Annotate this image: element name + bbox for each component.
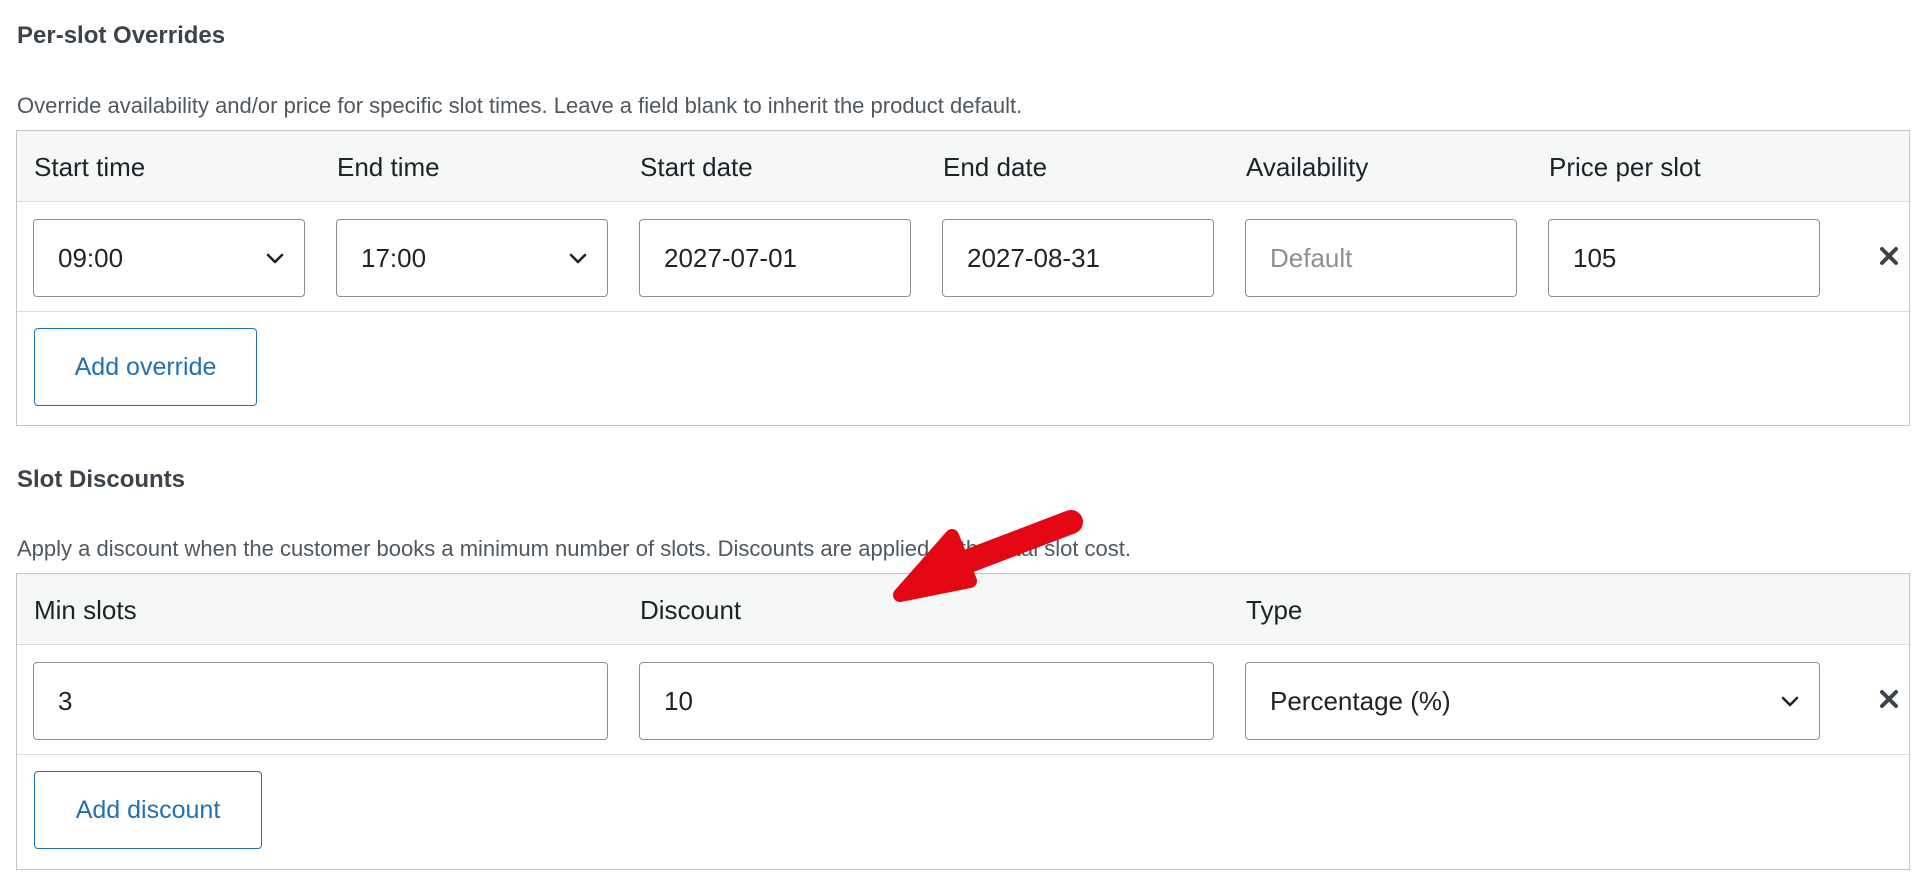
column-end-date: End date [943,152,1048,182]
discounts-table: Min slots Discount Type 3 10 Percentage … [16,573,1910,870]
overrides-section-description: Override availability and/or price for s… [17,93,1023,118]
chevron-down-icon [266,253,284,264]
column-price-per-slot: Price per slot [1549,152,1701,182]
remove-discount-button[interactable] [1872,682,1906,716]
discount-row: 3 10 Percentage (%) [17,645,1909,755]
product-settings-page: Per-slot Overrides Override availability… [0,0,1920,880]
price-per-slot-input[interactable]: 105 [1548,219,1820,297]
discounts-section-title: Slot Discounts [17,466,186,493]
overrides-table-header: Start time End time Start date End date … [17,131,1909,202]
column-start-time: Start time [34,152,146,182]
overrides-table: Start time End time Start date End date … [16,130,1910,426]
start-time-select[interactable]: 09:00 [33,219,305,297]
column-discount: Discount [640,595,742,625]
close-icon [1880,690,1898,708]
discount-input[interactable]: 10 [639,662,1214,740]
column-min-slots: Min slots [34,595,137,625]
discount-type-select[interactable]: Percentage (%) [1245,662,1820,740]
end-date-input[interactable]: 2027-08-31 [942,219,1214,297]
add-discount-button[interactable]: Add discount [34,771,262,849]
availability-input[interactable]: Default [1245,219,1517,297]
start-date-input[interactable]: 2027-07-01 [639,219,911,297]
min-slots-input[interactable]: 3 [33,662,608,740]
column-start-date: Start date [640,152,753,182]
discount-type-value: Percentage (%) [1270,685,1451,716]
discounts-table-footer: Add discount [17,755,1909,866]
column-type: Type [1246,595,1303,625]
discounts-section-description: Apply a discount when the customer books… [17,536,1131,561]
overrides-table-footer: Add override [17,312,1909,423]
chevron-down-icon [1781,696,1799,707]
discounts-table-header: Min slots Discount Type [17,574,1909,645]
chevron-down-icon [569,253,587,264]
close-icon [1880,247,1898,265]
end-time-select[interactable]: 17:00 [336,219,608,297]
end-time-value: 17:00 [361,242,427,273]
column-availability: Availability [1246,152,1369,182]
remove-override-button[interactable] [1872,239,1906,273]
add-override-button[interactable]: Add override [34,328,257,406]
start-time-value: 09:00 [58,242,124,273]
override-row: 09:00 17:00 2027-07-01 2027-08-31 Defaul… [17,202,1909,312]
overrides-section-title: Per-slot Overrides [17,22,226,49]
column-end-time: End time [337,152,440,182]
